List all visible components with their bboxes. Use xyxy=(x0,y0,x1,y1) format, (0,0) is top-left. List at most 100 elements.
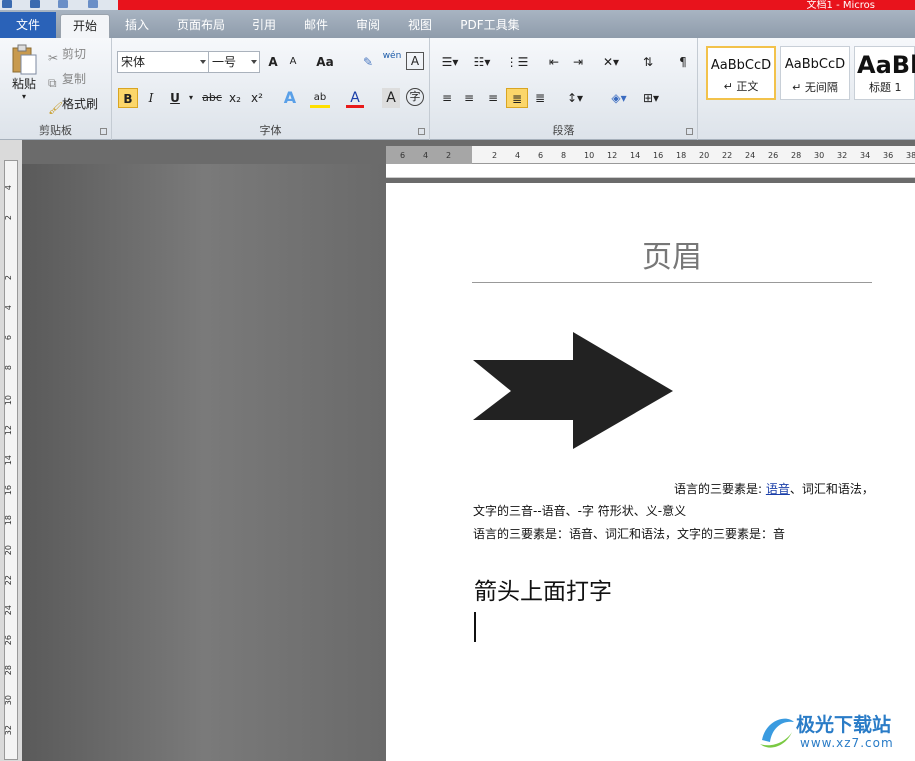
phonetic-guide-button[interactable]: wén xyxy=(380,50,404,70)
char-shading-button[interactable]: A xyxy=(382,88,400,108)
ruler-tick-label: 6 xyxy=(538,151,544,160)
tab-file[interactable]: 文件 xyxy=(0,12,56,38)
bullets-icon[interactable]: ☰▾ xyxy=(438,52,462,72)
dialog-launcher-icon[interactable] xyxy=(100,128,107,135)
sort-icon[interactable]: ⇅ xyxy=(638,52,658,72)
align-right-icon[interactable]: ≡ xyxy=(484,88,502,108)
ruler-tick-label: 32 xyxy=(4,725,13,736)
clear-format-icon[interactable]: ✎ xyxy=(358,52,378,72)
doc-line-1-b: 、词汇和语法， xyxy=(789,482,874,496)
tab-page-layout[interactable]: 页面布局 xyxy=(168,14,234,38)
grow-font-button[interactable]: A xyxy=(264,52,282,72)
ruler-tick-label: 12 xyxy=(607,151,618,160)
highlight-icon[interactable]: ab xyxy=(310,88,330,108)
doc-line-1[interactable]: 语言的三要素是: 语音、词汇和语法， xyxy=(674,480,874,497)
numbering-icon[interactable]: ☷▾ xyxy=(470,52,494,72)
style-preview: AaBbCcD xyxy=(784,57,846,72)
style-heading-1[interactable]: AaBb 标题 1 xyxy=(854,46,915,100)
tab-home[interactable]: 开始 xyxy=(60,14,110,38)
ruler-tick-label: 24 xyxy=(745,151,756,160)
word-icon[interactable] xyxy=(2,0,12,8)
style-normal[interactable]: AaBbCcD ↵ 正文 xyxy=(706,46,776,100)
copy-button[interactable]: ⧉ 复制 xyxy=(48,69,104,90)
font-size-value: 一号 xyxy=(212,55,237,69)
dialog-launcher-icon[interactable] xyxy=(418,128,425,135)
multilevel-list-icon[interactable]: ⋮☰ xyxy=(504,52,530,72)
subscript-button[interactable]: x₂ xyxy=(226,88,244,108)
ruler-tick-label: 32 xyxy=(837,151,848,160)
ruler-tick-label: 20 xyxy=(699,151,710,160)
tab-pdf-tools[interactable]: PDF工具集 xyxy=(454,14,526,38)
font-group: 宋体 一号 A A Aa ✎ wén A B I U ▾ abc x₂ x² A… xyxy=(112,38,430,140)
format-painter-button[interactable]: 🖌格式刷 xyxy=(48,94,108,115)
clipboard-group: 粘贴 ▾ ✂ 剪切 ⧉ 复制 🖌格式刷 剪贴板 xyxy=(0,38,112,140)
ruler-tick-label: 38 xyxy=(906,151,915,160)
save-icon[interactable] xyxy=(30,0,40,8)
italic-button[interactable]: I xyxy=(142,88,160,108)
ruler-tick-label: 8 xyxy=(4,365,13,371)
shading-icon[interactable]: ◈▾ xyxy=(606,88,632,108)
copy-label: 复制 xyxy=(62,72,87,86)
chevron-down-icon[interactable]: ▾ xyxy=(186,88,196,108)
tab-mailings[interactable]: 邮件 xyxy=(296,14,336,38)
justify-icon[interactable]: ≣ xyxy=(506,88,528,108)
ruler-tick-label: 18 xyxy=(4,515,13,526)
ruler-margin-left xyxy=(386,146,472,164)
font-color-button[interactable]: A xyxy=(346,88,364,108)
undo-icon[interactable] xyxy=(58,0,68,8)
align-left-icon[interactable]: ≡ xyxy=(438,88,456,108)
paste-icon xyxy=(12,44,37,75)
tab-insert[interactable]: 插入 xyxy=(116,14,158,38)
dialog-launcher-icon[interactable] xyxy=(686,128,693,135)
page-header-text[interactable]: 页眉 xyxy=(472,232,872,276)
underline-button[interactable]: U xyxy=(166,88,184,108)
decrease-indent-icon[interactable]: ⇤ xyxy=(544,52,564,72)
vertical-ruler[interactable]: 4 2 2 4 6 8 10 12 14 16 18 20 22 24 26 28 30 32 xyxy=(0,140,22,761)
doc-heading[interactable]: 箭头上面打字 xyxy=(474,572,612,606)
font-group-label: 字体 xyxy=(259,124,282,137)
align-center-icon[interactable]: ≡ xyxy=(460,88,478,108)
chevron-down-icon xyxy=(200,60,206,64)
style-preview: AaBbCcD xyxy=(710,58,772,73)
line-spacing-icon[interactable]: ↕▾ xyxy=(562,88,588,108)
text-effects-button[interactable]: A xyxy=(280,88,300,108)
char-border-button[interactable]: A xyxy=(406,52,424,70)
ruler-tick-label: 22 xyxy=(4,575,13,586)
ruler-tick-label: 2 xyxy=(446,151,452,160)
chinese-layout-icon[interactable]: ✕▾ xyxy=(598,52,624,72)
cut-button[interactable]: ✂ 剪切 xyxy=(48,44,104,65)
doc-link-yuyin[interactable]: 语音 xyxy=(766,482,790,496)
arrow-shape[interactable] xyxy=(473,332,673,450)
doc-line-2[interactable]: 文字的三音--语音、-字 符形状、义-意义 xyxy=(473,502,686,519)
horizontal-ruler[interactable]: 6 4 2 2 4 6 8 10 12 14 16 18 20 22 24 26 28 30 32 34 36 38 xyxy=(386,146,915,164)
tab-references[interactable]: 引用 xyxy=(244,14,284,38)
doc-line-3[interactable]: 语言的三要素是：语音、词汇和语法，文字的三要素是：音 xyxy=(473,525,785,542)
watermark: 极光下载站 www.xz7.com xyxy=(756,708,906,756)
title-bar-band: 文档1 - Micros xyxy=(118,0,915,11)
font-size-select[interactable]: 一号 xyxy=(208,51,260,73)
distributed-icon[interactable]: ≣ xyxy=(530,88,550,108)
font-name-select[interactable]: 宋体 xyxy=(117,51,209,73)
paste-button[interactable]: 粘贴 ▾ xyxy=(6,42,42,112)
watermark-url: www.xz7.com xyxy=(800,736,894,750)
bold-button[interactable]: B xyxy=(118,88,138,108)
strikethrough-button[interactable]: abc xyxy=(200,88,224,108)
shrink-font-button[interactable]: A xyxy=(284,52,302,72)
chevron-down-icon: ▾ xyxy=(21,92,26,101)
increase-indent-icon[interactable]: ⇥ xyxy=(568,52,588,72)
ruler-tick-label: 4 xyxy=(4,305,13,311)
ruler-tick-label: 36 xyxy=(883,151,894,160)
show-marks-icon[interactable]: ¶ xyxy=(674,52,692,72)
ruler-tick-label: 4 xyxy=(423,151,429,160)
ruler-tick-label: 30 xyxy=(4,695,13,706)
tab-view[interactable]: 视图 xyxy=(400,14,440,38)
superscript-button[interactable]: x² xyxy=(248,88,266,108)
ribbon-tabs: 文件 开始 插入 页面布局 引用 邮件 审阅 视图 PDF工具集 xyxy=(0,10,915,38)
tab-review[interactable]: 审阅 xyxy=(348,14,388,38)
enclose-char-button[interactable]: 字 xyxy=(406,88,424,106)
borders-icon[interactable]: ⊞▾ xyxy=(638,88,664,108)
change-case-button[interactable]: Aa xyxy=(312,52,338,72)
redo-icon[interactable] xyxy=(88,0,98,8)
style-no-spacing[interactable]: AaBbCcD ↵ 无间隔 xyxy=(780,46,850,100)
style-name: ↵ 无间隔 xyxy=(792,81,838,94)
